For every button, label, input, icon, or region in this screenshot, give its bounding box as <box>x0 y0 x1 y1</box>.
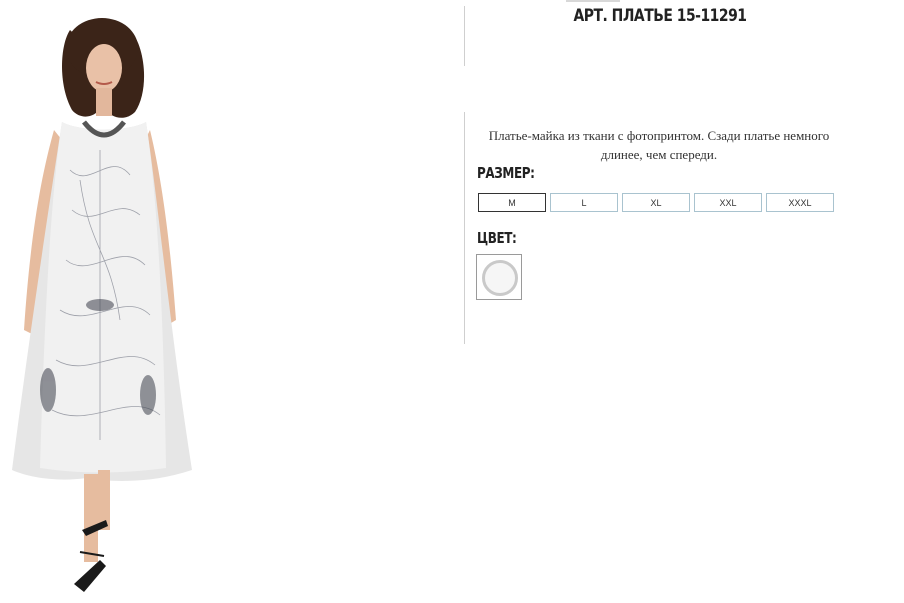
size-option-m[interactable]: M <box>478 193 546 212</box>
color-swatch[interactable] <box>476 254 522 300</box>
size-option-xxl[interactable]: XXL <box>694 193 762 212</box>
size-option-xl[interactable]: XL <box>622 193 690 212</box>
product-description: Платье-майка из ткани с фотопринтом. Сза… <box>488 128 830 162</box>
product-title: АРТ. ПЛАТЬЕ 15-11291 <box>573 6 747 26</box>
size-option-l[interactable]: L <box>550 193 618 212</box>
product-photo <box>0 0 200 603</box>
top-decor-line <box>566 0 620 2</box>
color-label: ЦВЕТ: <box>477 229 517 247</box>
vertical-divider-top <box>464 6 465 66</box>
size-options: M L XL XXL XXXL <box>478 193 834 212</box>
size-option-xxxl[interactable]: XXXL <box>766 193 834 212</box>
color-swatch-circle-icon <box>482 260 518 296</box>
vertical-divider-bottom <box>464 112 465 344</box>
size-label: РАЗМЕР: <box>477 164 535 182</box>
